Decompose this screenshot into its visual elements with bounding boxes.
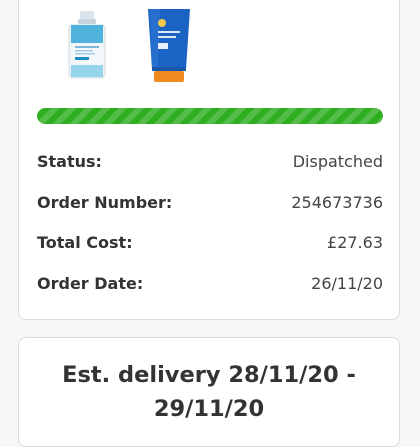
status-label: Status: — [37, 151, 102, 171]
product-image-sunscreen[interactable] — [144, 9, 194, 83]
order-date-label: Order Date: — [37, 274, 144, 294]
order-card: Status: Dispatched Order Number: 2546737… — [18, 0, 400, 320]
delivery-card: Est. delivery 28/11/20 - 29/11/20 — [18, 337, 400, 447]
total-cost-label: Total Cost: — [37, 233, 133, 253]
status-value: Dispatched — [292, 151, 383, 171]
status-row: Status: Dispatched — [37, 141, 383, 182]
product-image-cleanser[interactable] — [64, 11, 110, 79]
order-number-row: Order Number: 254673736 — [37, 182, 383, 223]
order-number-label: Order Number: — [37, 192, 173, 212]
order-details: Status: Dispatched Order Number: 2546737… — [37, 141, 383, 304]
total-cost-value: £27.63 — [327, 233, 383, 253]
estimated-delivery-text: Est. delivery 28/11/20 - 29/11/20 — [62, 362, 356, 422]
order-number-value: 254673736 — [291, 192, 383, 212]
total-cost-row: Total Cost: £27.63 — [37, 223, 383, 264]
order-date-row: Order Date: 26/11/20 — [37, 263, 383, 304]
order-progress-bar — [37, 108, 383, 124]
order-progress-fill — [37, 108, 383, 124]
order-date-value: 26/11/20 — [311, 274, 383, 294]
